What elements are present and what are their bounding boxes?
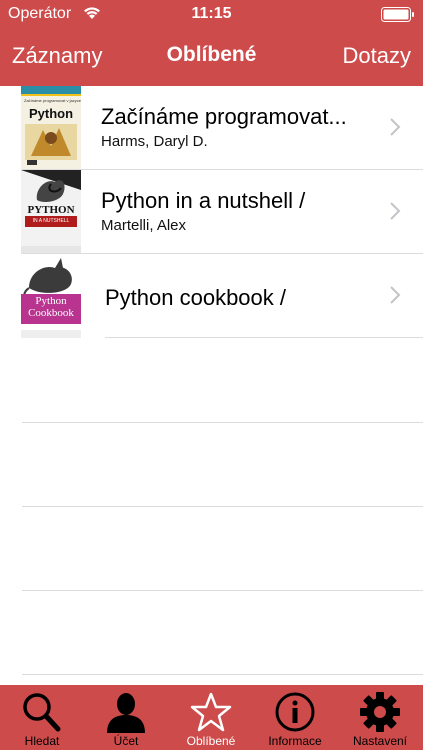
chevron-right-icon	[390, 202, 401, 220]
book-cover-image: PYTHON IN A NUTSHELL	[21, 170, 81, 254]
book-cover-image: Začínáme programovat v jazyce Python	[21, 86, 81, 170]
cover-subtitle: Cookbook	[28, 307, 74, 319]
book-row[interactable]: Python Cookbook Python cookbook /	[0, 254, 423, 338]
book-author: Martelli, Alex	[101, 217, 187, 234]
tab-account[interactable]: Účet	[84, 685, 168, 750]
search-icon	[23, 693, 61, 732]
book-title: Začínáme programovat...	[101, 104, 347, 129]
tab-search[interactable]: Hledat	[0, 685, 84, 750]
book-row[interactable]: PYTHON IN A NUTSHELL Python in a nutshel…	[0, 170, 423, 254]
battery-icon	[381, 7, 414, 22]
tab-favorites[interactable]: Oblíbené	[169, 685, 253, 750]
chevron-right-icon	[390, 286, 401, 304]
tab-info[interactable]: Informace	[253, 685, 337, 750]
favorites-list: Začínáme programovat v jazyce Python Zač…	[0, 86, 423, 685]
book-title: Python cookbook /	[105, 285, 287, 310]
tab-label: Hledat	[24, 734, 60, 748]
tab-settings[interactable]: Nastavení	[338, 685, 422, 750]
cover-subtitle: Začínáme programovat v jazyce	[24, 98, 81, 103]
info-icon	[275, 692, 315, 732]
row-separator	[22, 422, 423, 423]
book-title: Python in a nutshell /	[101, 188, 306, 213]
records-button[interactable]: Záznamy	[12, 43, 102, 69]
row-separator	[22, 590, 423, 591]
status-bar: Operátor 11:15	[0, 0, 423, 28]
row-separator	[105, 337, 423, 338]
header: Operátor 11:15 Záznamy Oblíbené Dotazy	[0, 0, 423, 86]
book-row[interactable]: Začínáme programovat v jazyce Python Zač…	[0, 86, 423, 170]
book-author: Harms, Daryl D.	[101, 133, 208, 150]
cover-title: PYTHON	[27, 204, 75, 216]
tab-label: Nastavení	[352, 734, 408, 748]
row-separator	[22, 674, 423, 675]
clock: 11:15	[191, 5, 232, 22]
tab-label: Informace	[268, 734, 322, 748]
tab-bar: Hledat Účet Oblíbené Informace Nastavení	[0, 685, 423, 750]
cover-title: Python	[35, 295, 67, 307]
chevron-right-icon	[390, 118, 401, 136]
star-icon	[190, 692, 232, 732]
cover-title: Python	[28, 106, 74, 121]
person-icon	[107, 693, 145, 733]
tab-label: Účet	[113, 734, 139, 748]
row-separator	[22, 506, 423, 507]
tab-label: Oblíbené	[186, 734, 236, 748]
cover-subtitle: IN A NUTSHELL	[32, 218, 70, 224]
queries-button[interactable]: Dotazy	[343, 43, 411, 69]
gear-icon	[360, 692, 400, 732]
book-cover-image: Python Cookbook	[21, 254, 81, 338]
